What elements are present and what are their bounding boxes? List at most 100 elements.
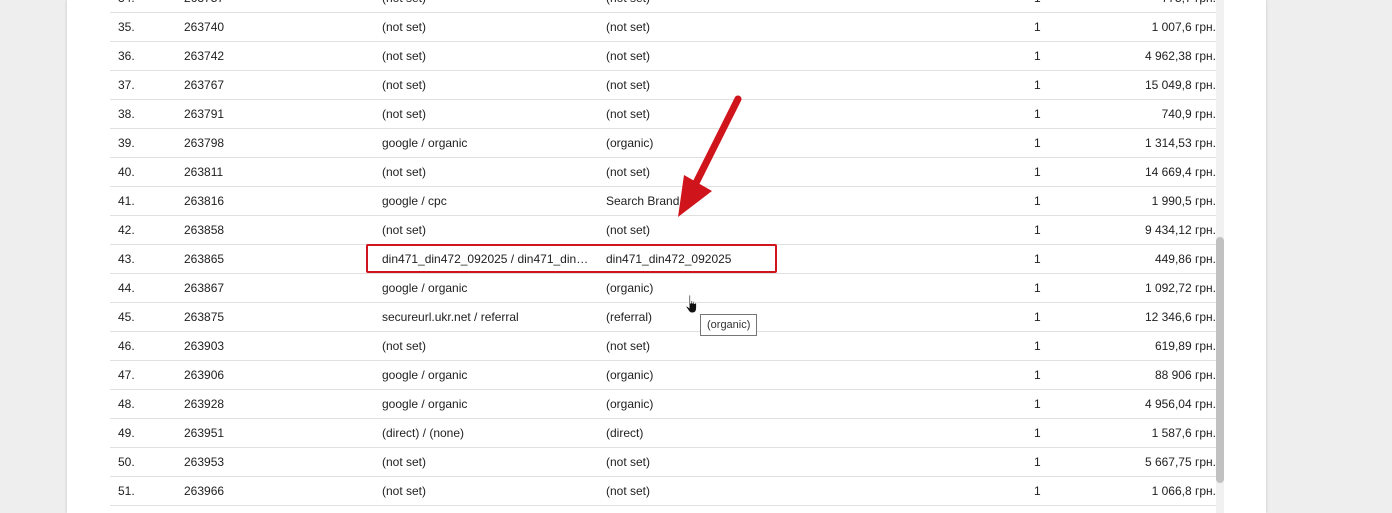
source-medium-cell: (direct) / (none) [382,426,465,440]
revenue-cell: 4 962,38 грн. [1144,49,1216,63]
transactions-count-cell: 1 [1034,455,1041,469]
revenue-cell: 5 667,75 грн. [1144,455,1216,469]
transactions-count-cell: 1 [1034,339,1041,353]
transactions-count-cell: 1 [1034,107,1041,121]
transactions-count-cell: 1 [1034,252,1041,266]
row-number-cell: 48. [118,397,135,411]
table-row[interactable]: 51. 263966 (not set) (not set) 1 1 066,8 грн. [110,477,1216,506]
transaction-id-cell: 263757 [184,0,224,12]
transactions-count-cell: 1 [1034,484,1041,498]
revenue-cell: 449,86 грн. [1154,252,1216,266]
campaign-cell: (not set) [606,78,651,92]
row-number-cell: 44. [118,281,135,295]
tooltip: (organic) [700,314,758,336]
transactions-count-cell: 1 [1034,194,1041,208]
transaction-id-cell: 263865 [184,252,225,266]
table-row[interactable]: 35. 263740 (not set) (not set) 1 1 007,6 грн. [110,13,1216,42]
transaction-id-cell: 263816 [184,194,225,208]
transactions-count-cell: 1 [1034,165,1041,179]
transaction-id-cell: 263740 [184,20,225,34]
campaign-cell: (referral) [606,310,653,324]
transaction-id-cell: 263767 [184,78,225,92]
source-medium-cell: (not set) [382,223,427,237]
campaign-cell: (not set) [606,484,651,498]
table-row[interactable]: 42. 263858 (not set) (not set) 1 9 434,12 грн… [110,216,1216,245]
table-row[interactable]: 44. 263867 google / organic (organic) 1 1 092… [110,274,1216,303]
table-row[interactable]: 50. 263953 (not set) (not set) 1 5 667,75 грн… [110,448,1216,477]
source-medium-cell: (not set) [382,0,594,12]
revenue-cell: 775,7 грн. [1162,0,1216,12]
revenue-cell: 619,89 грн. [1154,339,1216,353]
table-row[interactable]: 41. 263816 google / cpc Search Brand 1 1 990,… [110,187,1216,216]
table-row[interactable]: 49. 263951 (direct) / (none) (direct) 1 1 587… [110,419,1216,448]
revenue-cell: 9 434,12 грн. [1144,223,1216,237]
campaign-cell: (organic) [606,397,654,411]
campaign-cell: (not set) [606,20,651,34]
table-row[interactable]: 34. 263757 (not set) (not set) 1 775,7 грн. [110,0,1216,13]
table-row[interactable]: 46. 263903 (not set) (not set) 1 619,89 грн. [110,332,1216,361]
transaction-id-cell: 263953 [184,455,225,469]
transactions-count-cell: 1 [1034,0,1041,12]
transactions-count-cell: 1 [1034,20,1041,34]
transaction-id-cell: 263903 [184,339,225,353]
row-number-cell: 38. [118,107,135,121]
revenue-cell: 1 587,6 грн. [1151,426,1216,440]
row-number-cell: 37. [118,78,135,92]
campaign-cell: (not set) [606,0,650,12]
campaign-cell: (not set) [606,165,651,179]
scrollbar-thumb[interactable] [1216,237,1224,483]
row-number-cell: 49. [118,426,135,440]
transaction-id-cell: 263791 [184,107,225,121]
revenue-cell: 1 092,72 грн. [1144,281,1216,295]
transactions-count-cell: 1 [1034,310,1041,324]
source-medium-cell: (not set) [382,49,427,63]
row-number-cell: 50. [118,455,135,469]
transaction-id-cell: 263906 [184,368,225,382]
row-number-cell: 34. [118,0,135,12]
revenue-cell: 1 990,5 грн. [1151,194,1216,208]
row-number-cell: 35. [118,20,135,34]
table-row[interactable]: 39. 263798 google / organic (organic) 1 1 314… [110,129,1216,158]
row-number-cell: 51. [118,484,135,498]
transactions-count-cell: 1 [1034,368,1041,382]
campaign-cell: (organic) [606,368,654,382]
highlight-annotation-box [366,244,777,273]
revenue-cell: 1 066,8 грн. [1151,484,1216,498]
table-row[interactable]: 40. 263811 (not set) (not set) 1 14 669,4 грн… [110,158,1216,187]
table-row[interactable]: 36. 263742 (not set) (not set) 1 4 962,38 грн… [110,42,1216,71]
campaign-cell: (organic) [606,281,654,295]
table-row[interactable]: 47. 263906 google / organic (organic) 1 88 90… [110,361,1216,390]
revenue-cell: 4 956,04 грн. [1144,397,1216,411]
transactions-count-cell: 1 [1034,397,1041,411]
table-row[interactable]: 37. 263767 (not set) (not set) 1 15 049,8 грн… [110,71,1216,100]
table-row[interactable]: 38. 263791 (not set) (not set) 1 740,9 грн. [110,100,1216,129]
row-number-cell: 39. [118,136,135,150]
transaction-id-cell: 263951 [184,426,225,440]
row-number-cell: 36. [118,49,135,63]
source-medium-cell: google / organic [382,136,468,150]
source-medium-cell: secureurl.ukr.net / referral [382,310,519,324]
transaction-id-cell: 263798 [184,136,225,150]
source-medium-cell: (not set) [382,339,427,353]
revenue-cell: 1 314,53 грн. [1144,136,1216,150]
row-number-cell: 45. [118,310,135,324]
source-medium-cell: (not set) [382,484,427,498]
source-medium-cell: (not set) [382,78,427,92]
red-arrow-annotation-icon [678,95,742,217]
table-row[interactable]: 48. 263928 google / organic (organic) 1 4 956… [110,390,1216,419]
source-medium-cell: (not set) [382,20,427,34]
tooltip-text: (organic) [707,319,751,331]
transactions-count-cell: 1 [1034,223,1041,237]
transaction-id-cell: 263811 [184,165,224,179]
row-number-cell: 43. [118,252,135,266]
row-number-cell: 41. [118,194,135,208]
hand-pointer-icon [685,294,698,314]
source-medium-cell: google / organic [382,281,468,295]
row-number-cell: 40. [118,165,135,179]
row-number-cell: 42. [118,223,135,237]
transaction-id-cell: 263875 [184,310,225,324]
revenue-cell: 12 346,6 грн. [1144,310,1216,324]
source-medium-cell: (not set) [382,165,427,179]
revenue-cell: 1 007,6 грн. [1151,20,1216,34]
table-row[interactable]: 45. 263875 secureurl.ukr.net / referral (re… [110,303,1216,332]
